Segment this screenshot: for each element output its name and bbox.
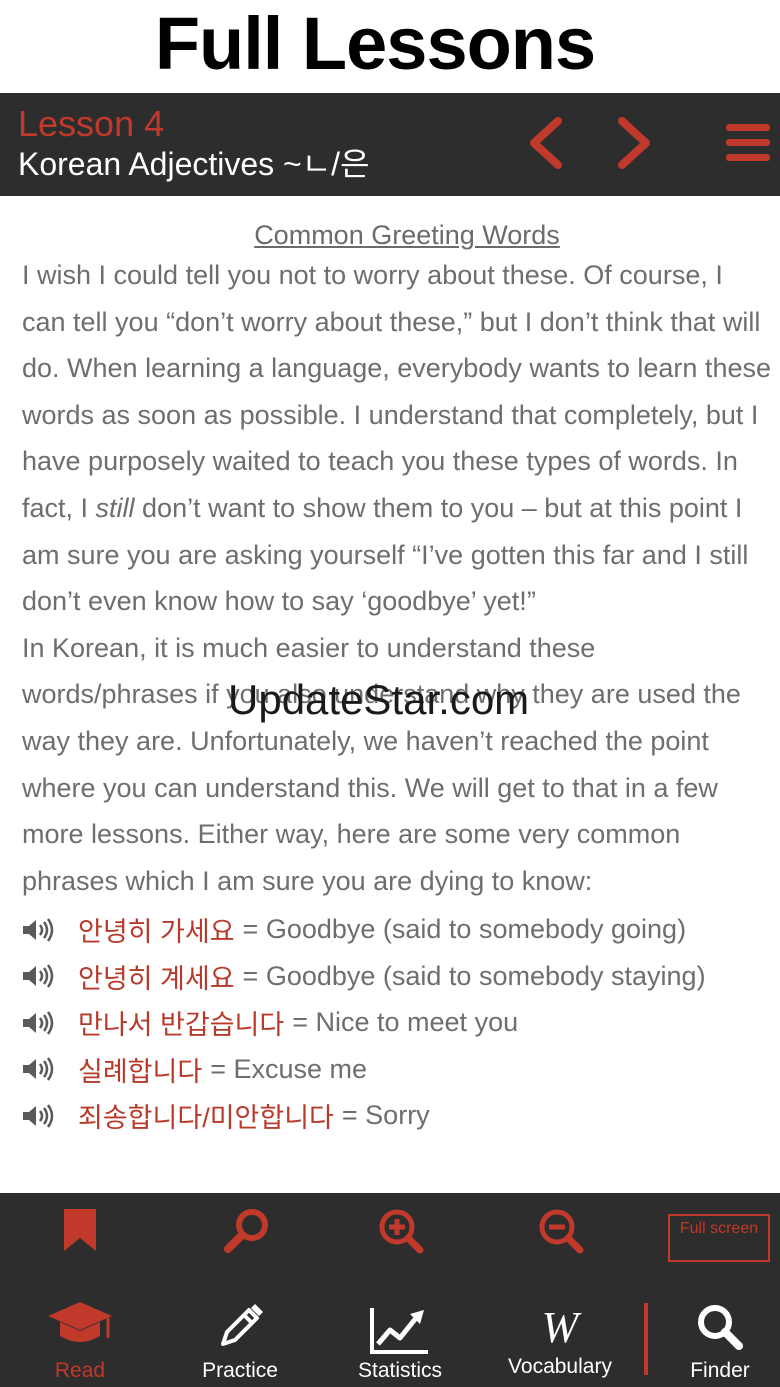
menu-button[interactable] <box>724 121 772 165</box>
speaker-icon[interactable] <box>22 1057 56 1082</box>
paragraph-intro-emphasis: still <box>95 492 135 523</box>
nav-statistics-label: Statistics <box>357 1359 443 1382</box>
previous-lesson-button[interactable] <box>526 117 566 169</box>
bottom-toolbar: Full screen Read Practice Statistics W V… <box>0 1193 780 1387</box>
lesson-content: Common Greeting Words I wish I could tel… <box>22 196 772 1191</box>
phrase-english: = Goodbye (said to somebody staying) <box>242 960 706 991</box>
phrase-korean: 죄송합니다/미안합니다 <box>78 1103 334 1134</box>
bookmark-icon <box>64 1209 96 1251</box>
zoom-out-button[interactable] <box>536 1207 586 1260</box>
line-chart-icon <box>370 1308 428 1354</box>
lesson-header: Lesson 4 Korean Adjectives ~ㄴ/은 <box>0 93 780 196</box>
phrase-korean: 안녕히 계세요 <box>78 963 235 994</box>
phrase-list: 안녕히 가세요 = Goodbye (said to somebody goin… <box>22 906 772 1139</box>
phrase-item: 안녕히 가세요 = Goodbye (said to somebody goin… <box>22 906 772 953</box>
speaker-icon[interactable] <box>22 1011 56 1035</box>
phrase-english: = Goodbye (said to somebody going) <box>242 914 687 945</box>
promo-banner: Full Lessons <box>0 0 780 93</box>
paragraph-explanation: In Korean, it is much easier to understa… <box>22 632 741 896</box>
nav-read-label: Read <box>54 1359 106 1382</box>
phrase-english: = Excuse me <box>210 1053 368 1084</box>
chevron-right-icon <box>618 117 650 169</box>
phrase-item: 실례합니다 = Excuse me <box>22 1046 772 1093</box>
phrase-english: = Sorry <box>341 1100 430 1131</box>
phrase-korean: 안녕히 가세요 <box>78 917 235 948</box>
graduation-cap-icon <box>48 1302 112 1342</box>
hamburger-menu-icon <box>726 124 770 161</box>
fullscreen-button[interactable]: Full screen <box>668 1214 770 1262</box>
paragraph-intro: I wish I could tell you not to worry abo… <box>22 252 772 625</box>
search-icon <box>224 1209 268 1253</box>
search-button[interactable] <box>222 1207 272 1260</box>
banner-title: Full Lessons <box>154 2 596 85</box>
phrase-english: = Nice to meet you <box>292 1007 519 1038</box>
bookmark-button[interactable] <box>62 1207 98 1258</box>
zoom-in-icon <box>379 1209 424 1254</box>
phrase-item: 안녕히 계세요 = Goodbye (said to somebody stay… <box>22 953 772 1000</box>
speaker-icon[interactable] <box>22 917 56 942</box>
speaker-icon[interactable] <box>22 964 56 988</box>
vocabulary-w-icon: W <box>541 1303 579 1352</box>
nav-statistics[interactable]: Statistics <box>322 1298 478 1387</box>
search-icon <box>698 1305 743 1350</box>
nav-vocabulary-label: Vocabulary <box>508 1355 612 1378</box>
phrase-korean: 실례합니다 <box>78 1056 203 1087</box>
lesson-title: Korean Adjectives ~ㄴ/은 <box>18 146 370 182</box>
paragraph-intro-start: I wish I could tell you not to worry abo… <box>22 260 771 523</box>
section-title: Common Greeting Words <box>254 220 560 250</box>
nav-practice[interactable]: Practice <box>162 1298 318 1387</box>
nav-read[interactable]: Read <box>2 1298 158 1387</box>
next-lesson-button[interactable] <box>614 117 654 169</box>
zoom-in-button[interactable] <box>376 1207 426 1260</box>
nav-divider <box>644 1303 648 1375</box>
chevron-left-icon <box>530 117 562 169</box>
nav-vocabulary[interactable]: W Vocabulary <box>482 1298 638 1387</box>
nav-finder-label: Finder <box>690 1359 750 1382</box>
phrase-item: 만나서 반갑습니다 = Nice to meet you <box>22 1000 772 1047</box>
phrase-korean: 만나서 반갑습니다 <box>78 1010 285 1041</box>
nav-practice-label: Practice <box>202 1359 278 1382</box>
zoom-out-icon <box>539 1209 584 1254</box>
phrase-item: 죄송합니다/미안합니다 = Sorry <box>22 1093 772 1140</box>
speaker-icon[interactable] <box>22 1104 56 1128</box>
pencil-icon <box>221 1304 263 1346</box>
nav-finder[interactable]: Finder <box>642 1298 780 1387</box>
